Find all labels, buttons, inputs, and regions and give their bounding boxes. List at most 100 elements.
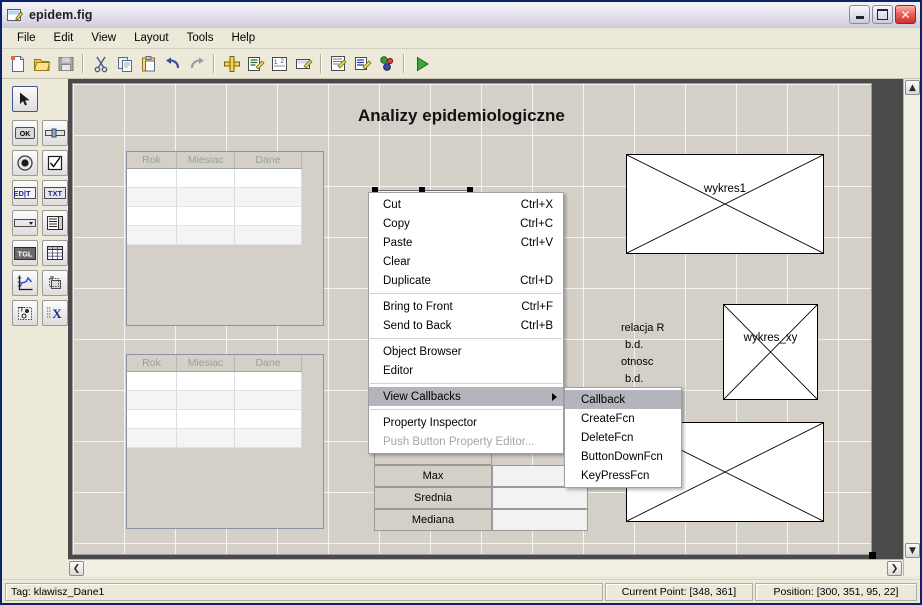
align-objects-icon[interactable] xyxy=(220,52,243,75)
submenu-item-buttondownfcn[interactable]: ButtonDownFcn xyxy=(565,447,681,466)
context-menu-item-send-to-back[interactable]: Send to Back Ctrl+B xyxy=(369,316,563,335)
table-row[interactable] xyxy=(127,372,323,391)
static-text-tool[interactable]: TXT xyxy=(42,180,68,206)
menu-help[interactable]: Help xyxy=(222,29,264,47)
scroll-up-button[interactable]: ▲ xyxy=(905,80,920,95)
table-row[interactable] xyxy=(127,207,323,226)
context-menu-item-property-inspector[interactable]: Property Inspector xyxy=(369,413,563,432)
vertical-scrollbar[interactable]: ▲ ▼ xyxy=(903,79,920,576)
submenu-item-keypressfcn[interactable]: KeyPressFcn xyxy=(565,466,681,485)
scroll-down-button[interactable]: ▼ xyxy=(905,543,920,558)
menu-view[interactable]: View xyxy=(82,29,125,47)
context-menu-item-object-browser[interactable]: Object Browser xyxy=(369,342,563,361)
submenu-label: DeleteFcn xyxy=(581,431,634,444)
table-tool[interactable] xyxy=(42,240,68,266)
context-menu-item-cut[interactable]: Cut Ctrl+X xyxy=(369,195,563,214)
context-menu-item-bring-to-front[interactable]: Bring to Front Ctrl+F xyxy=(369,297,563,316)
table-row[interactable] xyxy=(127,410,323,429)
table-row[interactable] xyxy=(127,429,323,448)
horizontal-scrollbar[interactable]: ❮ ❯ xyxy=(68,559,903,576)
figure-file-icon xyxy=(7,8,23,23)
submenu-item-createfcn[interactable]: CreateFcn xyxy=(565,409,681,428)
table-row[interactable] xyxy=(127,188,323,207)
property-inspector-icon[interactable] xyxy=(351,52,374,75)
menu-tools[interactable]: Tools xyxy=(178,29,223,47)
menu-layout[interactable]: Layout xyxy=(125,29,178,47)
stats-bottom-value-mediana[interactable] xyxy=(492,509,588,531)
activex-control-tool[interactable]: X xyxy=(42,300,68,326)
stats-bottom-label-srednia[interactable]: Srednia xyxy=(374,487,492,509)
paste-icon[interactable] xyxy=(137,52,160,75)
object-browser-icon[interactable] xyxy=(375,52,398,75)
menu-file[interactable]: File xyxy=(8,29,45,47)
copy-icon[interactable] xyxy=(113,52,136,75)
new-figure-icon[interactable] xyxy=(6,52,29,75)
toolbar-separator xyxy=(320,54,322,73)
view-callbacks-submenu[interactable]: Callback CreateFcn DeleteFcn ButtonDownF… xyxy=(564,387,682,488)
redo-icon[interactable] xyxy=(185,52,208,75)
table-body[interactable] xyxy=(127,169,323,245)
submenu-item-deletefcn[interactable]: DeleteFcn xyxy=(565,428,681,447)
context-menu-item-paste[interactable]: Paste Ctrl+V xyxy=(369,233,563,252)
maximize-button[interactable] xyxy=(872,5,893,24)
column-header-dane[interactable]: Dane xyxy=(235,152,302,169)
push-button-tool[interactable]: OK xyxy=(12,120,38,146)
table-row[interactable] xyxy=(127,391,323,410)
column-header-rok[interactable]: Rok xyxy=(127,152,177,169)
listbox-tool[interactable] xyxy=(42,210,68,236)
toggle-button-tool[interactable]: TGL xyxy=(12,240,38,266)
context-menu-item-clear[interactable]: Clear xyxy=(369,252,563,271)
context-menu-item-duplicate[interactable]: Duplicate Ctrl+D xyxy=(369,271,563,290)
popup-menu-tool[interactable] xyxy=(12,210,38,236)
figure-resize-handle[interactable] xyxy=(869,552,876,559)
undo-icon[interactable] xyxy=(161,52,184,75)
radio-button-tool[interactable] xyxy=(12,150,38,176)
select-arrow-tool[interactable] xyxy=(12,86,38,112)
button-group-tool[interactable]: T xyxy=(12,300,38,326)
axes-wykres-xy[interactable]: wykres_xy xyxy=(723,304,818,400)
toolbar-editor-icon[interactable] xyxy=(292,52,315,75)
stats-bottom-label-max[interactable]: Max xyxy=(374,465,492,487)
toolbar-separator xyxy=(213,54,215,73)
slider-tool[interactable] xyxy=(42,120,68,146)
column-header-rok[interactable]: Rok xyxy=(127,355,177,372)
context-menu-item-copy[interactable]: Copy Ctrl+C xyxy=(369,214,563,233)
context-menu[interactable]: Cut Ctrl+X Copy Ctrl+C Paste Ctrl+V Clea… xyxy=(368,192,564,454)
submenu-item-callback[interactable]: Callback xyxy=(565,390,681,409)
cut-icon[interactable] xyxy=(89,52,112,75)
scroll-left-button[interactable]: ❮ xyxy=(69,561,84,576)
panel-tool[interactable]: T xyxy=(42,270,68,296)
table-body[interactable] xyxy=(127,372,323,448)
checkbox-tool[interactable] xyxy=(42,150,68,176)
axes-wykres1[interactable]: wykres1 xyxy=(626,154,824,254)
editor-main-area: OK ED|T TXT TGL T T X Analizy epidemiolo… xyxy=(2,79,920,576)
context-menu-label: Push Button Property Editor... xyxy=(383,435,535,448)
table-row[interactable] xyxy=(127,226,323,245)
axes-tool[interactable] xyxy=(12,270,38,296)
column-header-miesiac[interactable]: Miesiac xyxy=(177,152,235,169)
menu-edit[interactable]: Edit xyxy=(45,29,83,47)
status-tag: Tag: klawisz_Dane1 xyxy=(5,582,603,601)
stats-bottom-label-mediana[interactable]: Mediana xyxy=(374,509,492,531)
data-table-1[interactable]: Rok Miesiac Dane xyxy=(126,151,324,326)
close-button[interactable]: ✕ xyxy=(895,5,916,24)
table-row[interactable] xyxy=(127,169,323,188)
m-file-editor-icon[interactable] xyxy=(327,52,350,75)
axes-wykres-xy-label: wykres_xy xyxy=(743,332,798,344)
open-file-icon[interactable] xyxy=(30,52,53,75)
stats-bottom-value-srednia[interactable] xyxy=(492,487,588,509)
otnosc-value: b.d. xyxy=(625,373,644,385)
tab-order-editor-icon[interactable]: 1 2 xyxy=(268,52,291,75)
column-header-miesiac[interactable]: Miesiac xyxy=(177,355,235,372)
minimize-button[interactable] xyxy=(849,5,870,24)
context-menu-item-editor[interactable]: Editor xyxy=(369,361,563,380)
data-table-2[interactable]: Rok Miesiac Dane xyxy=(126,354,324,529)
tool-bar: 1 2 xyxy=(2,49,920,79)
edit-text-tool[interactable]: ED|T xyxy=(12,180,38,206)
run-figure-icon[interactable] xyxy=(410,52,433,75)
context-menu-item-view-callbacks[interactable]: View Callbacks xyxy=(369,387,563,406)
scroll-right-button[interactable]: ❯ xyxy=(887,561,902,576)
context-menu-separator xyxy=(370,338,562,339)
menu-editor-icon[interactable] xyxy=(244,52,267,75)
column-header-dane[interactable]: Dane xyxy=(235,355,302,372)
